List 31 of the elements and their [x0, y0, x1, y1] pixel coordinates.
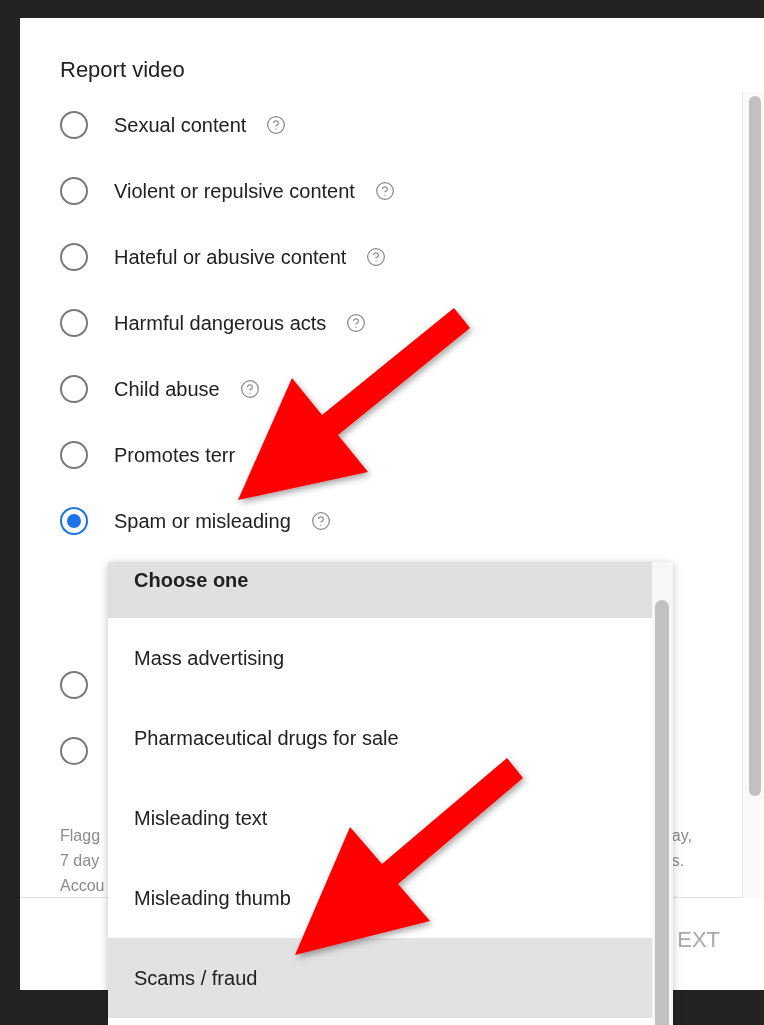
scrollbar-thumb[interactable] [749, 96, 761, 796]
radio-button[interactable] [60, 375, 88, 403]
radio-button[interactable] [60, 111, 88, 139]
option-label: Sexual content [114, 113, 247, 137]
radio-button[interactable] [60, 737, 88, 765]
menu-item[interactable]: Scams / fraud [108, 938, 652, 1018]
radio-button[interactable] [60, 441, 88, 469]
radio-button[interactable] [60, 507, 88, 535]
help-icon[interactable] [266, 115, 287, 135]
scrollbar[interactable] [742, 92, 764, 898]
radio-button[interactable] [60, 309, 88, 337]
dialog-title: Report video [59, 56, 186, 84]
menu-scrollbar[interactable] [652, 562, 673, 1025]
radio-button[interactable] [60, 177, 88, 205]
flagging-note: Flagg 7 day Accou [60, 826, 105, 896]
help-icon[interactable] [374, 181, 395, 201]
flagging-note: ay, s. [671, 826, 692, 871]
option-label: Child abuse [114, 377, 220, 401]
radio-button[interactable] [60, 243, 88, 271]
help-icon[interactable] [346, 313, 367, 333]
scrollbar-thumb[interactable] [655, 600, 669, 1025]
option-label: Hateful or abusive content [114, 245, 347, 269]
help-icon[interactable] [310, 511, 331, 531]
radio-button[interactable] [60, 671, 88, 699]
option-label: Spam or misleading [114, 509, 291, 533]
option-label: Harmful dangerous acts [114, 311, 327, 335]
help-icon[interactable] [239, 379, 260, 399]
menu-header: Choose one [108, 562, 652, 618]
help-icon[interactable] [366, 247, 387, 267]
option-label: Promotes terr [114, 443, 236, 467]
option-label: Violent or repulsive content [114, 179, 355, 203]
